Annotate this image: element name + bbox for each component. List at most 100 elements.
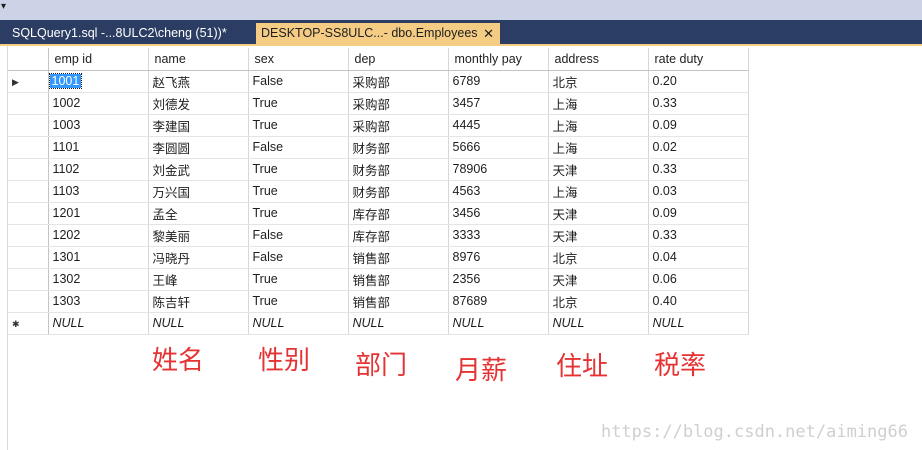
cell-sex[interactable]: False	[248, 246, 349, 269]
cell-name[interactable]: 万兴国	[148, 180, 249, 203]
cell-rate-duty[interactable]: 0.09	[648, 202, 749, 225]
cell-dep[interactable]: 销售部	[348, 246, 449, 269]
row-selector[interactable]	[8, 136, 49, 159]
cell-emp-id[interactable]: 1301	[48, 246, 149, 269]
column-header-rate-duty[interactable]: rate duty	[648, 48, 749, 71]
table-row[interactable]: 1002 刘德发 True 采购部 3457 上海 0.33	[8, 92, 749, 115]
table-row[interactable]: 1201 孟全 True 库存部 3456 天津 0.09	[8, 202, 749, 225]
cell-monthly-pay[interactable]: 4445	[448, 114, 549, 137]
table-row[interactable]: 1003 李建国 True 采购部 4445 上海 0.09	[8, 114, 749, 137]
row-selector[interactable]	[8, 224, 49, 247]
row-selector[interactable]	[8, 92, 49, 115]
column-header-dep[interactable]: dep	[348, 48, 449, 71]
cell-sex[interactable]: True	[248, 114, 349, 137]
table-row[interactable]: 1101 李圆圆 False 财务部 5666 上海 0.02	[8, 136, 749, 159]
cell-name[interactable]: 刘金武	[148, 158, 249, 181]
cell-monthly-pay[interactable]: 3456	[448, 202, 549, 225]
cell-rate-duty[interactable]: 0.20	[648, 70, 749, 93]
cell-monthly-pay[interactable]: 4563	[448, 180, 549, 203]
cell-name[interactable]: 陈吉轩	[148, 290, 249, 313]
cell-rate-duty[interactable]: 0.09	[648, 114, 749, 137]
cell-dep[interactable]: 采购部	[348, 114, 449, 137]
cell-dep[interactable]: 库存部	[348, 224, 449, 247]
cell-address[interactable]: 天津	[548, 202, 649, 225]
cell-sex[interactable]: True	[248, 268, 349, 291]
column-header-monthly-pay[interactable]: monthly pay	[448, 48, 549, 71]
new-row[interactable]: ✱ NULL NULL NULL NULL NULL NULL NULL	[8, 312, 749, 335]
cell-name[interactable]: 冯晓丹	[148, 246, 249, 269]
cell-monthly-pay[interactable]: 2356	[448, 268, 549, 291]
cell-emp-id[interactable]: 1001	[48, 70, 149, 93]
cell-name[interactable]: 赵飞燕	[148, 70, 249, 93]
cell-sex[interactable]: True	[248, 202, 349, 225]
corner-cell[interactable]	[8, 48, 49, 71]
cell-address[interactable]: 北京	[548, 246, 649, 269]
cell-emp-id[interactable]: 1303	[48, 290, 149, 313]
cell-name[interactable]: 孟全	[148, 202, 249, 225]
cell-dep[interactable]: 采购部	[348, 70, 449, 93]
cell-sex[interactable]: True	[248, 92, 349, 115]
tab-employees-table[interactable]: DESKTOP-SS8ULC...- dbo.Employees ✕	[256, 23, 500, 44]
tab-sqlquery1[interactable]: SQLQuery1.sql -...8ULC2\cheng (51))*	[12, 23, 227, 44]
cell-dep[interactable]: 库存部	[348, 202, 449, 225]
cell-rate-duty[interactable]: 0.02	[648, 136, 749, 159]
row-selector[interactable]	[8, 158, 49, 181]
cell-dep[interactable]: 销售部	[348, 268, 449, 291]
cell-name[interactable]: 李建国	[148, 114, 249, 137]
cell-emp-id[interactable]: 1201	[48, 202, 149, 225]
table-row[interactable]: 1302 王峰 True 销售部 2356 天津 0.06	[8, 268, 749, 291]
cell-sex[interactable]: NULL	[248, 312, 349, 335]
row-selector[interactable]	[8, 180, 49, 203]
cell-sex[interactable]: True	[248, 180, 349, 203]
cell-monthly-pay[interactable]: 87689	[448, 290, 549, 313]
cell-dep[interactable]: NULL	[348, 312, 449, 335]
cell-emp-id[interactable]: NULL	[48, 312, 149, 335]
cell-monthly-pay[interactable]: 78906	[448, 158, 549, 181]
dropdown-arrow-icon[interactable]: ▾	[1, 2, 6, 12]
cell-address[interactable]: 北京	[548, 290, 649, 313]
column-header-address[interactable]: address	[548, 48, 649, 71]
cell-emp-id[interactable]: 1002	[48, 92, 149, 115]
close-icon[interactable]: ✕	[483, 23, 494, 44]
cell-name[interactable]: 王峰	[148, 268, 249, 291]
cell-address[interactable]: 北京	[548, 70, 649, 93]
cell-monthly-pay[interactable]: 8976	[448, 246, 549, 269]
cell-sex[interactable]: False	[248, 224, 349, 247]
cell-rate-duty[interactable]: 0.40	[648, 290, 749, 313]
column-header-emp-id[interactable]: emp id	[48, 48, 149, 71]
table-row[interactable]: 1202 黎美丽 False 库存部 3333 天津 0.33	[8, 224, 749, 247]
cell-dep[interactable]: 财务部	[348, 158, 449, 181]
cell-sex[interactable]: True	[248, 158, 349, 181]
row-selector[interactable]	[8, 202, 49, 225]
column-header-sex[interactable]: sex	[248, 48, 349, 71]
cell-name[interactable]: 刘德发	[148, 92, 249, 115]
cell-dep[interactable]: 销售部	[348, 290, 449, 313]
cell-emp-id[interactable]: 1102	[48, 158, 149, 181]
cell-rate-duty[interactable]: 0.33	[648, 224, 749, 247]
cell-dep[interactable]: 财务部	[348, 180, 449, 203]
table-row[interactable]: 1102 刘金武 True 财务部 78906 天津 0.33	[8, 158, 749, 181]
row-selector[interactable]: ▶	[8, 70, 49, 93]
cell-emp-id[interactable]: 1003	[48, 114, 149, 137]
cell-address[interactable]: 天津	[548, 268, 649, 291]
cell-rate-duty[interactable]: 0.33	[648, 158, 749, 181]
cell-name[interactable]: NULL	[148, 312, 249, 335]
table-row[interactable]: ▶ 1001 赵飞燕 False 采购部 6789 北京 0.20	[8, 70, 749, 93]
cell-name[interactable]: 李圆圆	[148, 136, 249, 159]
cell-address[interactable]: 上海	[548, 92, 649, 115]
row-selector[interactable]	[8, 114, 49, 137]
column-header-name[interactable]: name	[148, 48, 249, 71]
cell-rate-duty[interactable]: NULL	[648, 312, 749, 335]
cell-address[interactable]: 上海	[548, 136, 649, 159]
cell-monthly-pay[interactable]: 6789	[448, 70, 549, 93]
cell-emp-id[interactable]: 1103	[48, 180, 149, 203]
row-selector[interactable]: ✱	[8, 312, 49, 335]
cell-address[interactable]: 天津	[548, 158, 649, 181]
cell-emp-id[interactable]: 1101	[48, 136, 149, 159]
table-row[interactable]: 1301 冯晓丹 False 销售部 8976 北京 0.04	[8, 246, 749, 269]
row-selector[interactable]	[8, 246, 49, 269]
cell-monthly-pay[interactable]: 3457	[448, 92, 549, 115]
cell-address[interactable]: NULL	[548, 312, 649, 335]
cell-monthly-pay[interactable]: NULL	[448, 312, 549, 335]
cell-emp-id[interactable]: 1302	[48, 268, 149, 291]
